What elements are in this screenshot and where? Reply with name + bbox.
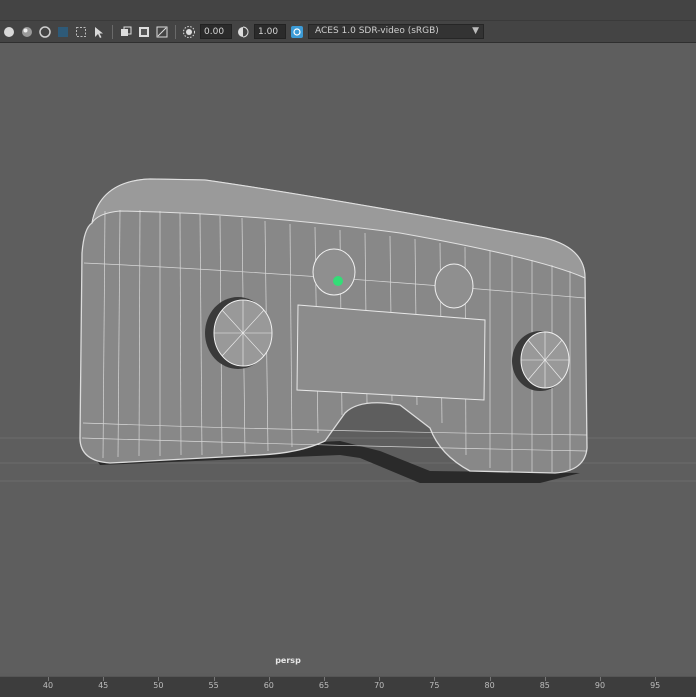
color-management-dropdown[interactable]: ACES 1.0 SDR-video (sRGB) ▼	[308, 24, 484, 39]
center-left-knob	[312, 248, 356, 296]
exposure-field[interactable]: 0.00	[200, 24, 232, 39]
isolate-icon[interactable]	[119, 25, 133, 39]
wireframe-circle-icon[interactable]	[38, 25, 52, 39]
center-right-knob	[434, 263, 474, 309]
timeline-tick-label: 50	[153, 681, 164, 690]
select-box-icon[interactable]	[74, 25, 88, 39]
toolbar-separator	[175, 24, 176, 39]
right-button	[512, 331, 570, 391]
timeline-tick-label: 60	[263, 681, 274, 690]
shaded-sphere-icon[interactable]	[2, 25, 16, 39]
color-management-value: ACES 1.0 SDR-video (sRGB)	[315, 26, 439, 36]
timeline-tick-label: 40	[42, 681, 54, 690]
timeline-tick-label: 75	[429, 681, 440, 690]
timeline-tick-label: 55	[208, 681, 219, 690]
exposure-icon	[182, 25, 196, 39]
toolbar-separator	[112, 24, 113, 39]
timeline-tick-label: 95	[650, 681, 661, 690]
timeline-tick-label: 65	[318, 681, 330, 690]
viewport-toolbar: 0.00 1.00 ACES 1.0 SDR-video (sRGB) ▼	[0, 21, 696, 43]
front-panel	[296, 304, 486, 401]
left-button	[205, 297, 273, 369]
scene-render	[0, 178, 696, 483]
timeline[interactable]: 40 45 50 55 60 65 70 75 80 85 90 95	[0, 676, 696, 697]
menu-strip	[0, 0, 696, 21]
texture-icon[interactable]	[137, 25, 151, 39]
color-management-icon[interactable]	[290, 25, 304, 39]
frame-selection-icon[interactable]	[92, 25, 106, 39]
timeline-tick-label: 70	[374, 681, 385, 690]
timeline-tick-label: 80	[484, 681, 495, 690]
gamma-field[interactable]: 1.00	[254, 24, 286, 39]
3d-viewport[interactable]	[0, 43, 696, 673]
chevron-down-icon: ▼	[472, 26, 479, 36]
camera-label: persp	[275, 656, 301, 665]
lit-sphere-icon[interactable]	[20, 25, 34, 39]
grid-square-icon[interactable]	[56, 25, 70, 39]
timeline-tick-label: 90	[594, 681, 606, 690]
gamma-icon	[236, 25, 250, 39]
timeline-tick-label: 45	[98, 681, 109, 690]
timeline-tick-label: 85	[539, 681, 550, 690]
camera-attributes-icon[interactable]	[155, 25, 169, 39]
